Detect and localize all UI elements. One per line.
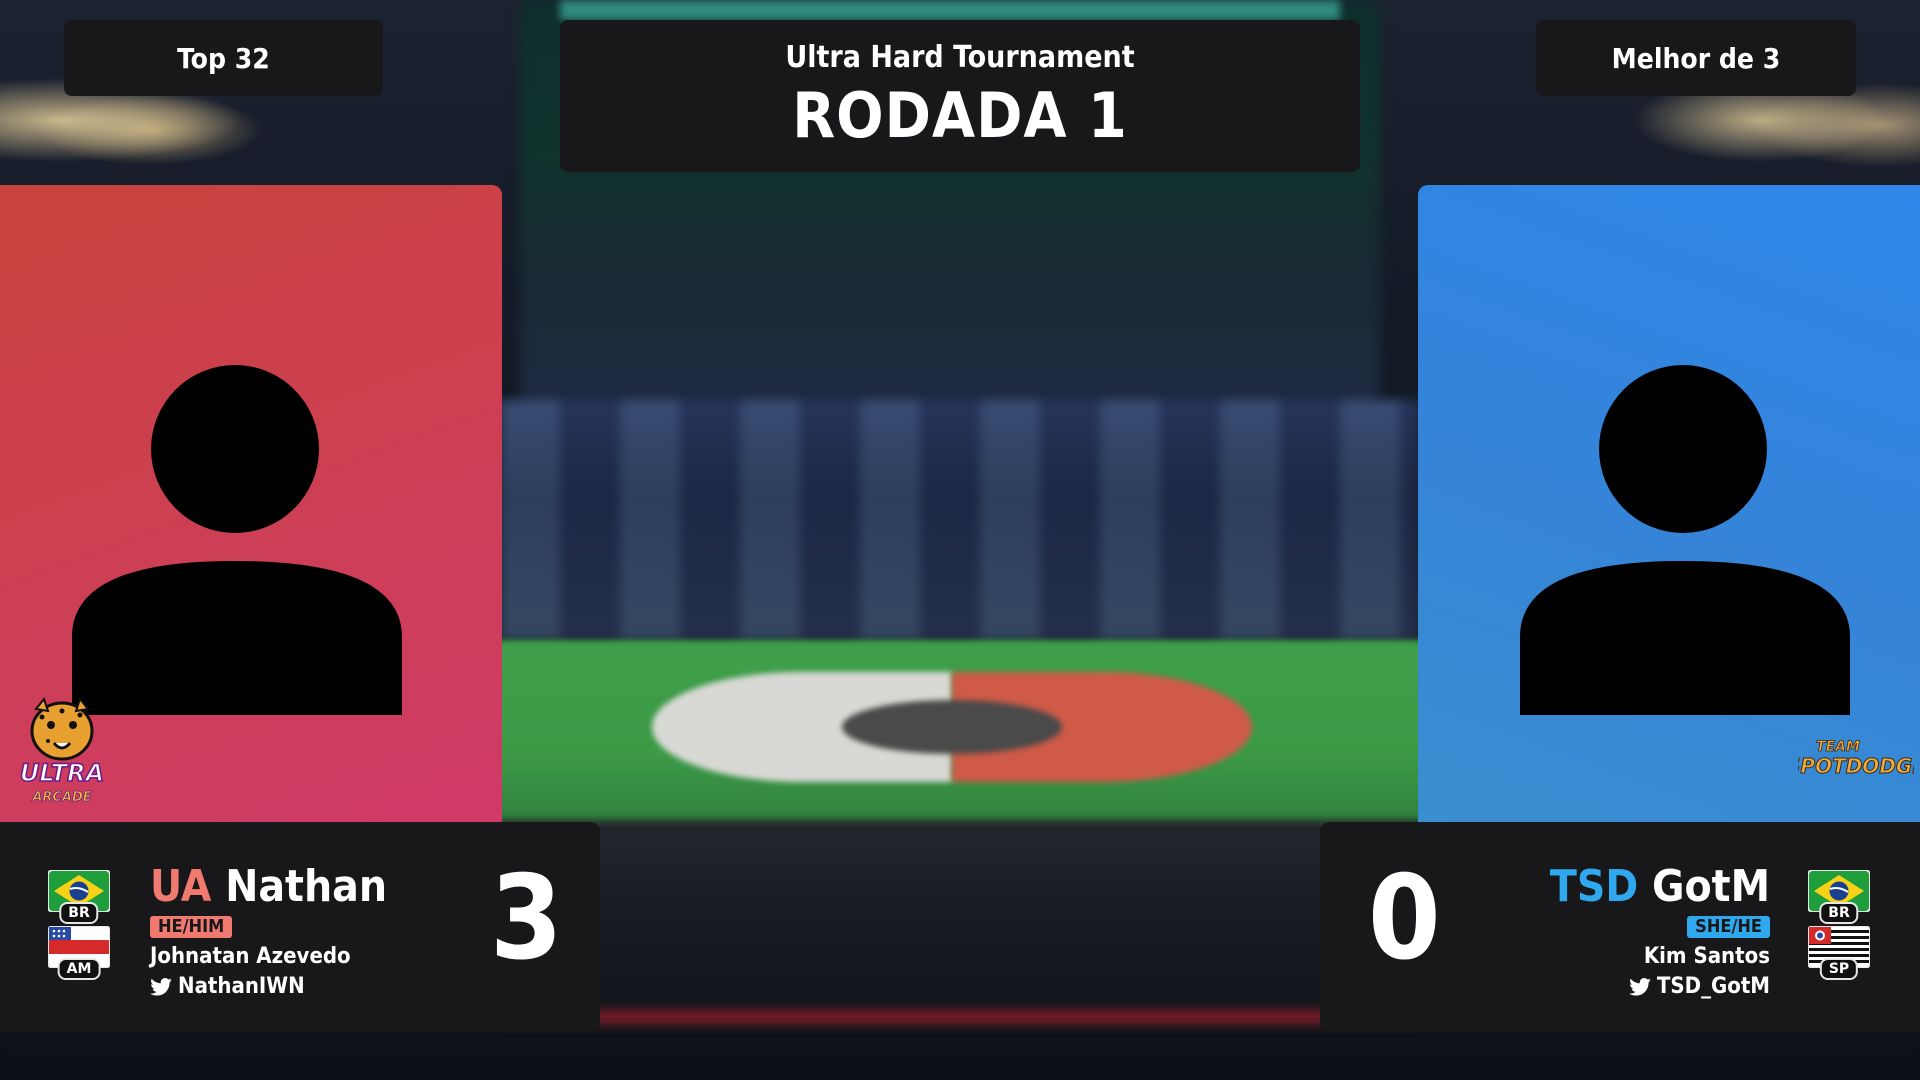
phase-label: Top 32	[64, 20, 383, 96]
state-flag: SP	[1808, 926, 1870, 980]
twitter-bird-icon	[1629, 978, 1651, 996]
best-of-text: Melhor de 3	[1611, 41, 1781, 75]
country-code: BR	[59, 902, 99, 924]
real-name: Johnatan Azevedo	[150, 944, 351, 969]
person-silhouette-icon	[72, 365, 402, 715]
round-label: RODADA 1	[792, 79, 1128, 152]
best-of-label: Melhor de 3	[1536, 20, 1856, 96]
player-left-flags: BR AM	[48, 870, 112, 982]
twitter-handle-line: NathanIWN	[150, 974, 387, 1000]
person-silhouette-icon	[1520, 365, 1850, 715]
state-code: AM	[57, 958, 101, 980]
player-left-card: ULTRA ARCADE	[0, 185, 502, 825]
player-left-info: UA Nathan HE/HIM Johnatan Azevedo Nathan…	[150, 862, 387, 1000]
real-name: Kim Santos	[1643, 944, 1770, 969]
svg-text:ARCADE: ARCADE	[31, 790, 91, 805]
player-name: GotM	[1651, 861, 1770, 912]
player-right-scorebar: 0 TSD GotM SHE/HE Kim Santos TSD_GotM BR	[1320, 822, 1920, 1032]
state-flag: AM	[48, 926, 110, 980]
player-right-name-line: TSD GotM	[1550, 862, 1770, 912]
player-left-name-line: UA Nathan	[150, 862, 387, 912]
country-flag: BR	[48, 870, 110, 924]
player-right-flags: BR SP	[1808, 870, 1872, 982]
player-name: Nathan	[225, 861, 388, 912]
twitter-bird-icon	[150, 978, 172, 996]
player-right-info: TSD GotM SHE/HE Kim Santos TSD_GotM	[1550, 862, 1770, 1000]
player-right-score: 0	[1368, 851, 1441, 986]
team-tag: UA	[150, 861, 212, 912]
country-code: BR	[1819, 902, 1859, 924]
player-left-scorebar: BR AM UA Nathan HE/HIM Johnatan Azevedo …	[0, 822, 600, 1032]
state-code: SP	[1819, 958, 1859, 980]
ultra-arcade-logo: ULTRA ARCADE	[19, 697, 105, 805]
player-left-score: 3	[490, 851, 563, 986]
phase-text: Top 32	[177, 41, 270, 75]
svg-text:TEAM: TEAM	[1816, 739, 1860, 755]
svg-text:ULTRA: ULTRA	[20, 759, 104, 787]
pronoun-badge: HE/HIM	[150, 916, 233, 938]
twitter-handle: NathanIWN	[178, 974, 305, 999]
match-title-panel: Ultra Hard Tournament RODADA 1	[560, 20, 1360, 172]
player-right-card: TEAM SPOTDODGE	[1418, 185, 1920, 825]
team-tag: TSD	[1549, 861, 1639, 912]
twitter-handle-line: TSD_GotM	[1550, 974, 1770, 1000]
country-flag: BR	[1808, 870, 1870, 924]
twitter-handle: TSD_GotM	[1656, 974, 1770, 999]
team-spotdodge-logo: TEAM SPOTDODGE	[1798, 739, 1914, 779]
pronoun-badge: SHE/HE	[1687, 916, 1770, 938]
tournament-name: Ultra Hard Tournament	[785, 40, 1135, 75]
svg-text:SPOTDODGE: SPOTDODGE	[1798, 754, 1914, 778]
